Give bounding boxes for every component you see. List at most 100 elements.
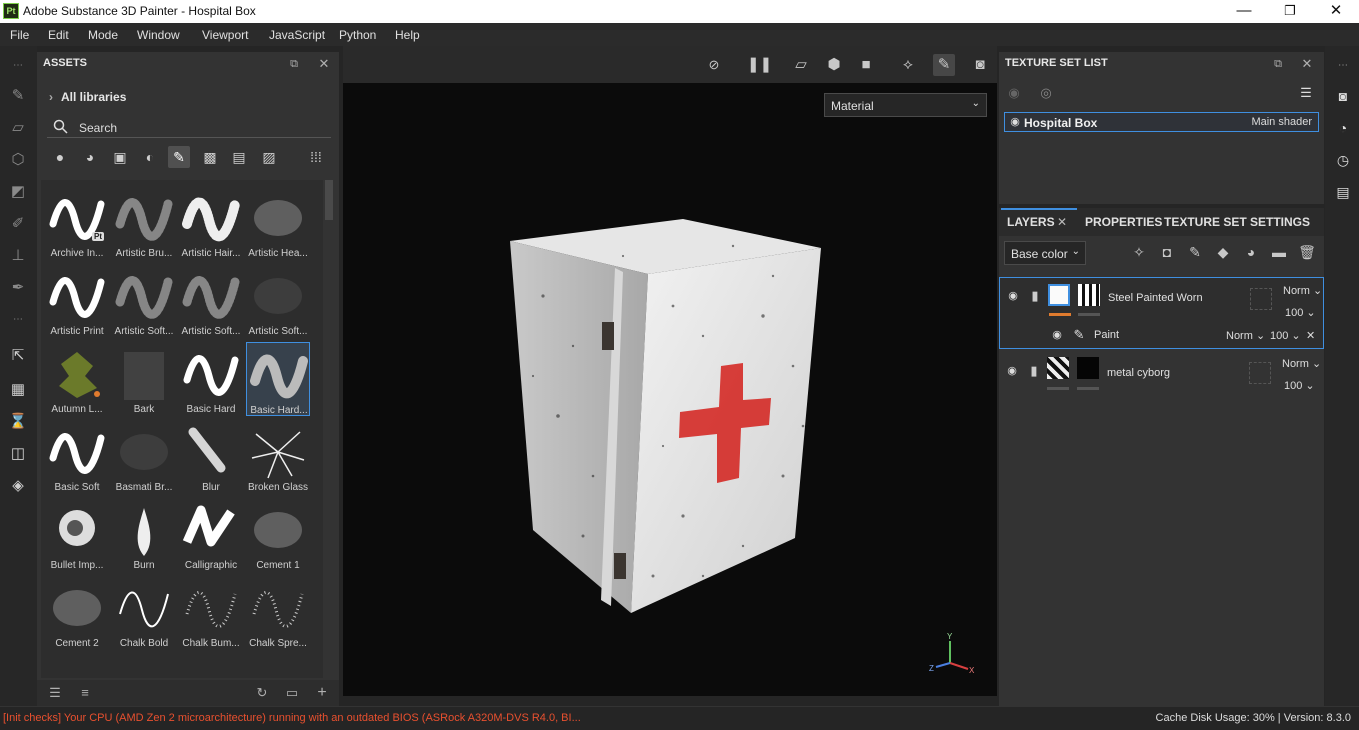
history-icon[interactable]: ◷ — [1333, 150, 1353, 170]
asset-tile[interactable]: Artistic Print — [45, 264, 109, 338]
layer-row[interactable]: ◉ ▮ Steel Painted Worn Norm ⌄ 100 ⌄ ◉ ✎ … — [999, 277, 1324, 349]
close-button[interactable]: ✕ — [1313, 0, 1359, 23]
delete-layer-icon[interactable]: 🗑 — [1297, 244, 1317, 261]
polygon-fill-tool-icon[interactable]: ◩ — [8, 182, 28, 202]
asset-tile[interactable]: Calligraphic — [179, 498, 243, 572]
tab-texture-set-settings[interactable]: TEXTURE SET SETTINGS — [1164, 215, 1310, 229]
symmetry-icon[interactable]: ⟡ — [897, 54, 919, 76]
asset-tile[interactable]: Cement 1 — [246, 498, 310, 572]
minimize-button[interactable]: — — [1221, 0, 1267, 23]
sublayer-opacity[interactable]: 100 ⌄ — [1270, 329, 1301, 342]
brushes-filter-icon[interactable]: ✎ — [168, 146, 190, 168]
environments-filter-icon[interactable]: ▨ — [258, 146, 280, 168]
layer-opacity[interactable]: 100 ⌄ — [1284, 379, 1315, 392]
display-mode-select[interactable]: Material ⌄ — [824, 93, 987, 117]
show-all-icon[interactable]: ◎ — [1038, 85, 1054, 101]
asset-tile[interactable]: Autumn L... — [45, 342, 109, 416]
alphas-filter-icon[interactable]: ▩ — [199, 146, 221, 168]
textures-filter-icon[interactable]: ▤ — [228, 146, 250, 168]
camera-settings-icon[interactable]: ◙ — [1333, 86, 1353, 106]
asset-tile[interactable]: Blur — [179, 420, 243, 494]
asset-tile[interactable]: Artistic Hair... — [179, 186, 243, 260]
blend-mode[interactable]: Norm ⌄ — [1282, 357, 1321, 370]
asset-tile[interactable]: Basmati Br... — [112, 420, 176, 494]
asset-tile[interactable]: Artistic Soft... — [246, 264, 310, 338]
asset-search-input[interactable]: Search — [47, 116, 331, 138]
paint-mode-icon[interactable]: ✎ — [933, 54, 955, 76]
menu-viewport[interactable]: Viewport — [202, 28, 248, 42]
layer-row[interactable]: ◉ ▮ metal cyborg Norm ⌄ 100 ⌄ — [999, 351, 1324, 395]
3d-viewport[interactable]: ⊘ ❚❚ ▱ ⬢ ■ ⟡ ✎ ◙ Material ⌄ Y X Z — [343, 46, 997, 696]
add-folder-icon[interactable]: ▬ — [1269, 244, 1289, 260]
asset-tile[interactable]: Chalk Bum... — [179, 576, 243, 650]
asset-tile[interactable]: Artistic Bru... — [112, 186, 176, 260]
menu-mode[interactable]: Mode — [88, 28, 118, 42]
list-view-icon[interactable]: ☰ — [47, 685, 63, 701]
smart-materials-filter-icon[interactable]: ◕ — [79, 146, 101, 168]
screenshot-icon[interactable]: ◙ — [969, 54, 991, 76]
view-3d-icon[interactable]: ⬢ — [823, 54, 845, 76]
eye-icon[interactable]: ◉ — [1049, 327, 1065, 343]
folder-icon[interactable]: ▭ — [284, 685, 300, 701]
eye-icon[interactable]: ◉ — [1005, 288, 1021, 304]
asset-tile[interactable]: Artistic Soft... — [112, 264, 176, 338]
hide-all-icon[interactable]: ◉ — [1006, 85, 1022, 101]
export-icon[interactable]: ⇱ — [8, 346, 28, 366]
refresh-icon[interactable]: ↻ — [254, 685, 270, 701]
view-2d-icon[interactable]: ▱ — [790, 54, 812, 76]
asset-tile[interactable]: Chalk Spre... — [246, 576, 310, 650]
layer-opacity[interactable]: 100 ⌄ — [1285, 306, 1316, 319]
asset-tile[interactable]: Pt Archive In... — [45, 186, 109, 260]
asset-tile[interactable]: Burn — [112, 498, 176, 572]
asset-tile[interactable]: Chalk Bold — [112, 576, 176, 650]
add-icon[interactable]: + — [314, 685, 330, 701]
library-breadcrumb[interactable]: › All libraries — [49, 90, 126, 104]
undock-icon[interactable]: ⧉ — [286, 56, 302, 72]
projection-tool-icon[interactable]: ⬡ — [8, 150, 28, 170]
add-smart-material-icon[interactable]: ◕ — [1241, 244, 1261, 260]
eye-icon[interactable]: ◉ — [1007, 114, 1023, 130]
texture-set-item[interactable]: ◉ Hospital Box Main shader — [1004, 112, 1319, 132]
menu-icon[interactable]: ☰ — [1298, 85, 1314, 101]
menu-edit[interactable]: Edit — [48, 28, 69, 42]
close-panel-icon[interactable]: ✕ — [1299, 56, 1315, 72]
filters-filter-icon[interactable]: ◐ — [139, 146, 161, 168]
asset-tile[interactable]: Bullet Imp... — [45, 498, 109, 572]
close-layers-tab-icon[interactable]: ✕ — [1057, 215, 1067, 229]
asset-tile[interactable]: Basic Hard... — [246, 342, 310, 416]
menu-window[interactable]: Window — [137, 28, 180, 42]
menu-javascript[interactable]: JavaScript — [269, 28, 325, 42]
asset-tile[interactable]: Basic Hard — [179, 342, 243, 416]
paint-brush-tool-icon[interactable]: ✎ — [8, 86, 28, 106]
undock-icon[interactable]: ⧉ — [1270, 56, 1286, 72]
hide-overlay-icon[interactable]: ⊘ — [703, 54, 725, 76]
status-message[interactable]: [Init checks] Your CPU (AMD Zen 2 microa… — [3, 712, 581, 724]
clone-stamp-tool-icon[interactable]: ⊥ — [8, 246, 28, 266]
pause-icon[interactable]: ❚❚ — [747, 54, 772, 76]
maximize-button[interactable]: ❐ — [1267, 0, 1313, 23]
baking-icon[interactable]: ◈ — [8, 476, 28, 496]
filter-list-icon[interactable]: ≡ — [77, 685, 93, 701]
menu-help[interactable]: Help — [395, 28, 420, 42]
timer-icon[interactable]: ⌛ — [8, 412, 28, 432]
asset-scrollbar[interactable] — [325, 180, 333, 220]
menu-python[interactable]: Python — [339, 28, 376, 42]
asset-tile[interactable]: Broken Glass — [246, 420, 310, 494]
log-icon[interactable]: ▤ — [1333, 182, 1353, 202]
smudge-tool-icon[interactable]: ✐ — [8, 214, 28, 234]
add-fill-layer-icon[interactable]: ◆ — [1213, 244, 1233, 261]
asset-tile[interactable]: Artistic Soft... — [179, 264, 243, 338]
asset-tile[interactable]: Cement 2 — [45, 576, 109, 650]
add-mask-icon[interactable]: ◘ — [1157, 244, 1177, 260]
shelf-icon[interactable]: ▦ — [8, 380, 28, 400]
eye-icon[interactable]: ◉ — [1004, 363, 1020, 379]
masks-filter-icon[interactable]: ▣ — [109, 146, 131, 168]
layer-mask-slot[interactable] — [1250, 288, 1272, 310]
asset-tile[interactable]: Artistic Hea... — [246, 186, 310, 260]
menu-file[interactable]: File — [10, 28, 29, 42]
eraser-tool-icon[interactable]: ▱ — [8, 118, 28, 138]
tab-layers[interactable]: LAYERS — [1007, 215, 1055, 229]
asset-tile[interactable]: Bark — [112, 342, 176, 416]
add-effect-icon[interactable]: ✧ — [1129, 244, 1149, 261]
channel-select[interactable]: Base color ⌄ — [1004, 241, 1086, 265]
